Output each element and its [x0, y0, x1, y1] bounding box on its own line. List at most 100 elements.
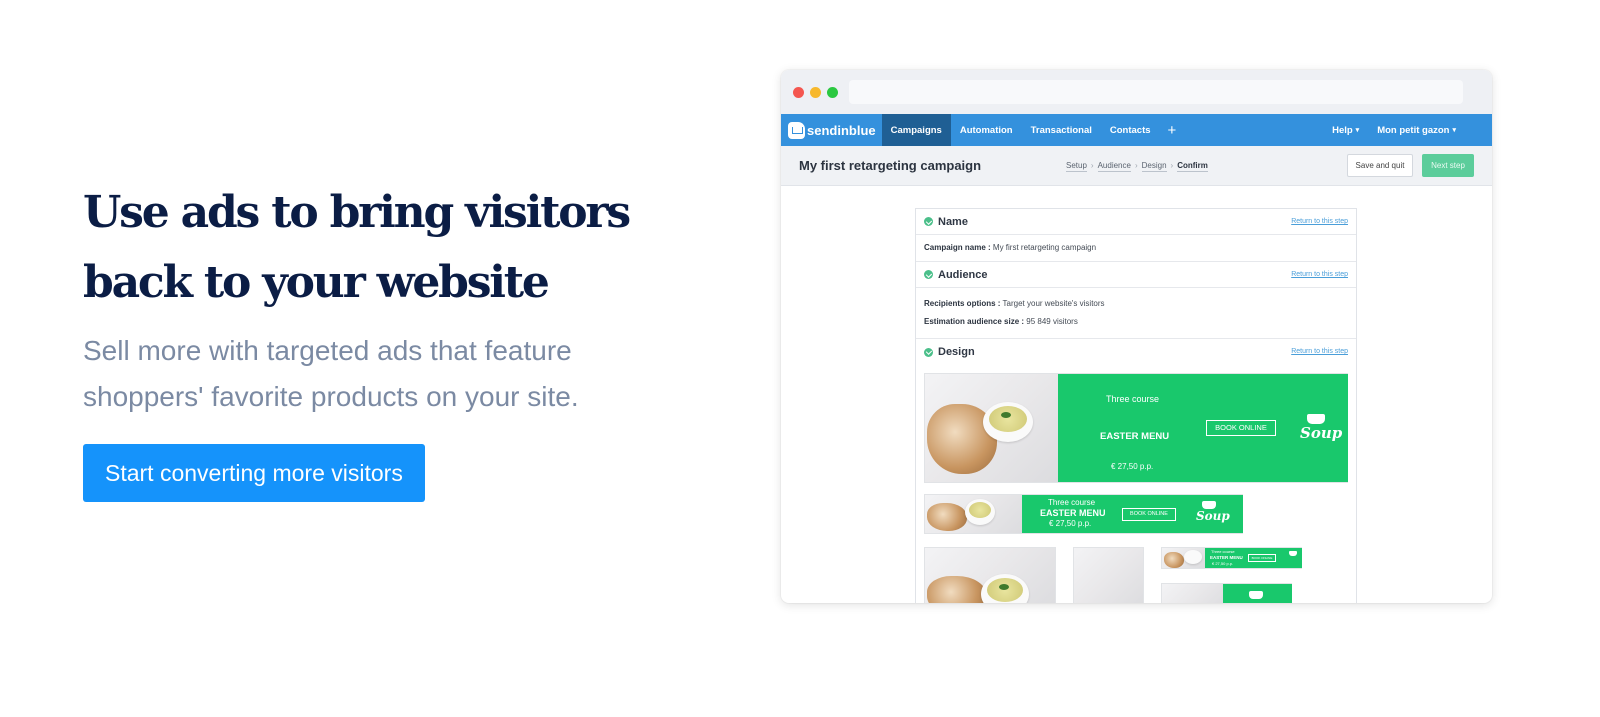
ad-price: € 27,50 p.p. — [1212, 561, 1234, 566]
breadcrumb-design[interactable]: Design — [1141, 161, 1167, 172]
nav-item-transactional[interactable]: Transactional — [1022, 114, 1101, 146]
logo-text: sendinblue — [807, 122, 876, 138]
ad-price: € 27,50 p.p. — [1111, 462, 1154, 471]
ad-line2: EASTER MENU — [1100, 431, 1170, 442]
hero-subtitle: Sell more with targeted ads that feature… — [83, 335, 579, 412]
bread-image — [927, 576, 987, 603]
return-to-step-link[interactable]: Return to this step — [1291, 218, 1348, 225]
campaign-subheader: My first retargeting campaign Setup › Au… — [781, 146, 1492, 186]
ad-price: € 27,50 p.p. — [1049, 519, 1092, 528]
ad-banner-medium — [1161, 583, 1292, 603]
pot-icon — [1249, 591, 1263, 599]
ad-green-panel: Three course EASTER MENU € 27,50 p.p. BO… — [1022, 495, 1243, 533]
field-row: Estimation audience size : 95 849 visito… — [924, 313, 1348, 331]
campaign-title: My first retargeting campaign — [799, 158, 982, 173]
account-label: Mon petit gazon — [1377, 124, 1450, 136]
section-audience-body: Recipients options : Target your website… — [916, 288, 1356, 339]
section-name-body: Campaign name : My first retargeting cam… — [916, 235, 1356, 262]
ad-line1: Three course — [1048, 498, 1096, 507]
field-value: Target your website's visitors — [1002, 299, 1105, 308]
hero-section: Use ads to bring visitors back to your w… — [83, 178, 723, 502]
soup-photo — [925, 495, 1022, 533]
start-converting-button[interactable]: Start converting more visitors — [83, 444, 425, 502]
field-label: Campaign name : — [924, 243, 991, 252]
ad-square — [924, 547, 1056, 603]
herb-image — [999, 584, 1009, 590]
pot-icon — [1307, 414, 1325, 424]
breadcrumb-separator-icon: › — [1090, 161, 1094, 170]
ad-line1: Three course — [1106, 394, 1160, 404]
section-design-header: Design Return to this step — [916, 339, 1356, 365]
nav-label: Transactional — [1030, 124, 1092, 136]
add-plus-icon[interactable]: + — [1160, 114, 1185, 146]
field-label: Recipients options : — [924, 299, 1001, 308]
soup-image — [987, 578, 1023, 602]
soup-brand-logo: Soup — [1300, 424, 1343, 442]
soup-image — [969, 502, 991, 518]
soup-photo — [925, 374, 1058, 482]
nav-item-campaigns[interactable]: Campaigns — [881, 114, 951, 146]
ad-green-panel: Three course EASTER MENU € 27,50 p.p. BO… — [1205, 548, 1302, 568]
nav-account-dropdown[interactable]: Mon petit gazon ▾ — [1368, 114, 1492, 146]
pot-icon — [1289, 551, 1297, 556]
browser-mockup: sendinblue Campaigns Automation Transact… — [781, 70, 1492, 603]
nav-item-automation[interactable]: Automation — [951, 114, 1022, 146]
field-value: 95 849 visitors — [1026, 317, 1078, 326]
breadcrumb: Setup › Audience › Design › Confirm — [1066, 161, 1208, 172]
soup-photo — [925, 548, 1055, 603]
bread-image — [1164, 552, 1184, 568]
ad-line1: Three course — [1211, 549, 1235, 554]
help-label: Help — [1332, 124, 1353, 136]
browser-chrome — [781, 70, 1492, 114]
next-step-button[interactable]: Next step — [1422, 154, 1474, 177]
return-to-step-link[interactable]: Return to this step — [1291, 271, 1348, 278]
ad-banner-small: Three course EASTER MENU € 27,50 p.p. BO… — [1161, 547, 1302, 569]
save-and-quit-button[interactable]: Save and quit — [1347, 154, 1413, 177]
close-window-dot-icon — [793, 87, 804, 98]
breadcrumb-confirm[interactable]: Confirm — [1177, 161, 1208, 172]
nav-help-dropdown[interactable]: Help ▾ — [1323, 114, 1368, 146]
nav-label: Campaigns — [890, 124, 942, 136]
ad-skyscraper — [1073, 547, 1144, 603]
minimize-window-dot-icon — [810, 87, 821, 98]
ad-banner-leaderboard: Three course EASTER MENU € 27,50 p.p. BO… — [924, 494, 1243, 534]
section-name-header: Name Return to this step — [916, 209, 1356, 235]
ad-line2: EASTER MENU — [1040, 508, 1106, 518]
chevron-down-icon: ▾ — [1355, 127, 1360, 134]
ad-book-online-button[interactable]: BOOK ONLINE — [1122, 508, 1176, 521]
field-row: Recipients options : Target your website… — [924, 295, 1348, 313]
herb-image — [1001, 412, 1011, 418]
bowl-image — [1184, 550, 1202, 564]
nav-label: Automation — [959, 124, 1013, 136]
maximize-window-dot-icon — [827, 87, 838, 98]
app-nav-bar: sendinblue Campaigns Automation Transact… — [781, 114, 1492, 146]
field-value: My first retargeting campaign — [992, 243, 1097, 252]
return-to-step-link[interactable]: Return to this step — [1291, 348, 1348, 355]
soup-image — [989, 406, 1027, 432]
address-bar — [849, 80, 1463, 104]
ad-line2: EASTER MENU — [1210, 555, 1243, 560]
ad-book-online-button[interactable]: BOOK ONLINE — [1206, 420, 1276, 436]
ad-green-panel — [1223, 584, 1292, 603]
ad-previews: Three course EASTER MENU € 27,50 p.p. BO… — [916, 365, 1356, 603]
section-audience-header: Audience Return to this step — [916, 262, 1356, 288]
ad-book-online-button[interactable]: BOOK ONLINE — [1248, 554, 1276, 562]
breadcrumb-audience[interactable]: Audience — [1097, 161, 1131, 172]
field-label: Estimation audience size : — [924, 317, 1025, 326]
ad-green-panel: Three course EASTER MENU € 27,50 p.p. BO… — [1058, 374, 1348, 482]
breadcrumb-separator-icon: › — [1134, 161, 1138, 170]
check-circle-icon — [924, 347, 933, 357]
section-title: Name — [938, 215, 968, 228]
section-title: Audience — [938, 268, 988, 281]
board-photo — [1162, 584, 1223, 603]
sendinblue-logo-icon — [788, 121, 805, 139]
nav-item-contacts[interactable]: Contacts — [1101, 114, 1160, 146]
hero-title: Use ads to bring visitors back to your w… — [83, 187, 631, 308]
campaign-summary: Name Return to this step Campaign name :… — [915, 208, 1357, 603]
breadcrumb-separator-icon: › — [1170, 161, 1174, 170]
bread-image — [927, 503, 967, 531]
section-title: Design — [938, 346, 975, 358]
breadcrumb-setup[interactable]: Setup — [1066, 161, 1087, 172]
chevron-down-icon: ▾ — [1452, 127, 1456, 134]
